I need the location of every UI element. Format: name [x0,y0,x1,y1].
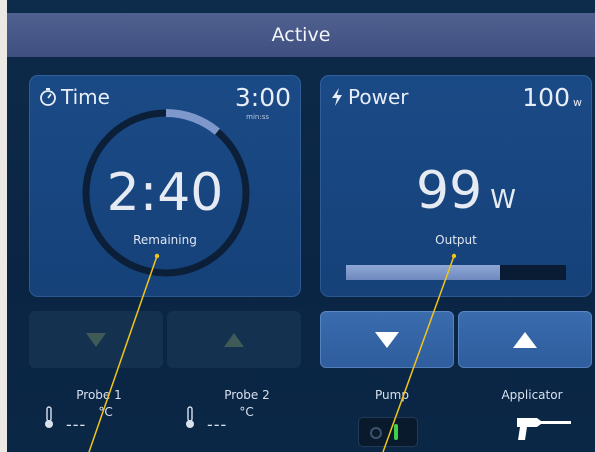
time-decrease-button[interactable] [29,311,163,368]
thermometer-icon [45,406,53,428]
probe1-reading: --- °C [44,405,113,434]
probe1-label: Probe 1 [76,388,122,402]
device-screen: Active Time 3:00 min:ss 2:40 Remaining P… [7,0,595,452]
power-output-unit: W [490,185,516,215]
lightning-icon [332,88,342,106]
probe1-unit: °C [98,405,113,419]
applicator-icon [517,418,571,440]
power-output-bar [346,265,566,280]
power-output-number: 99 [416,161,483,221]
triangle-down-icon [375,331,399,348]
pump-label: Pump [375,388,409,402]
thermometer-icon [186,406,194,428]
probe1-value: --- [66,415,87,434]
power-setting-value: 100 [522,83,570,112]
triangle-up-icon [513,331,537,348]
probe2-label: Probe 2 [224,388,270,402]
probe2-reading: --- °C [185,405,254,434]
page-title: Active [271,24,331,46]
power-panel[interactable]: Power 100 w 99 W Output [320,75,592,297]
pump-toggle[interactable] [358,417,418,447]
triangle-up-icon [224,332,244,347]
pump-on-indicator [394,424,398,440]
power-panel-title: Power [330,85,408,109]
power-output-bar-fill [346,265,500,280]
time-remaining-value: 2:40 [106,163,224,223]
time-panel[interactable]: Time 3:00 min:ss 2:40 Remaining [29,75,301,297]
probe2-value: --- [207,415,228,434]
stopwatch-icon [40,88,56,106]
power-output-value: 99 W [320,161,592,221]
probe2-unit: °C [239,405,254,419]
time-increase-button[interactable] [167,311,301,368]
power-setting: 100 w [522,83,582,112]
power-decrease-button[interactable] [320,311,454,368]
time-remaining-caption: Remaining [133,233,197,247]
power-increase-button[interactable] [458,311,592,368]
power-setting-unit: w [573,96,582,109]
triangle-down-icon [86,332,106,347]
ring-progress-arc [165,109,220,135]
power-output-caption: Output [435,233,477,247]
pump-off-indicator [370,427,382,439]
status-title-bar: Active [7,13,595,57]
power-title-label: Power [348,85,409,109]
applicator-label: Applicator [501,388,563,402]
